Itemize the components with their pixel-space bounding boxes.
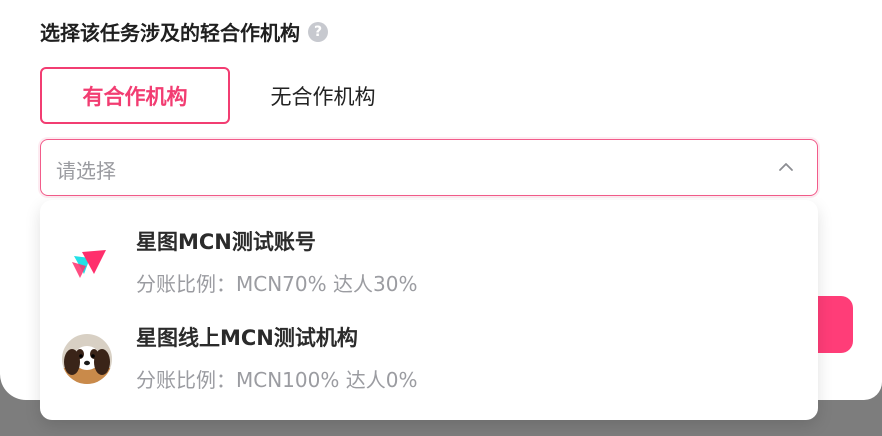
help-icon[interactable]: ? — [308, 21, 328, 42]
option-ratio: 分账比例：MCN70% 达人30% — [136, 272, 418, 296]
has-agency-option[interactable]: 有合作机构 — [40, 67, 230, 124]
agency-select-placeholder: 请选择 — [56, 159, 116, 183]
section-title: 选择该任务涉及的轻合作机构 ? — [40, 17, 328, 46]
agency-select[interactable]: 请选择 — [40, 139, 818, 196]
list-item[interactable]: 星图线上MCN测试机构 分账比例：MCN100% 达人0% — [40, 310, 818, 406]
option-name: 星图MCN测试账号 — [136, 230, 316, 254]
option-name: 星图线上MCN测试机构 — [136, 326, 358, 350]
list-item[interactable]: 星图MCN测试账号 分账比例：MCN70% 达人30% — [40, 214, 818, 310]
chevron-up-icon[interactable] — [777, 158, 795, 176]
no-agency-option[interactable]: 无合作机构 — [230, 67, 416, 124]
mcn-logo-icon — [72, 250, 106, 278]
dog-avatar-icon — [62, 334, 112, 384]
option-ratio: 分账比例：MCN100% 达人0% — [136, 368, 418, 392]
agency-dropdown: 星图MCN测试账号 分账比例：MCN70% 达人30% 星图线上MCN测试机构 … — [40, 200, 818, 420]
section-title-text: 选择该任务涉及的轻合作机构 — [40, 21, 300, 45]
